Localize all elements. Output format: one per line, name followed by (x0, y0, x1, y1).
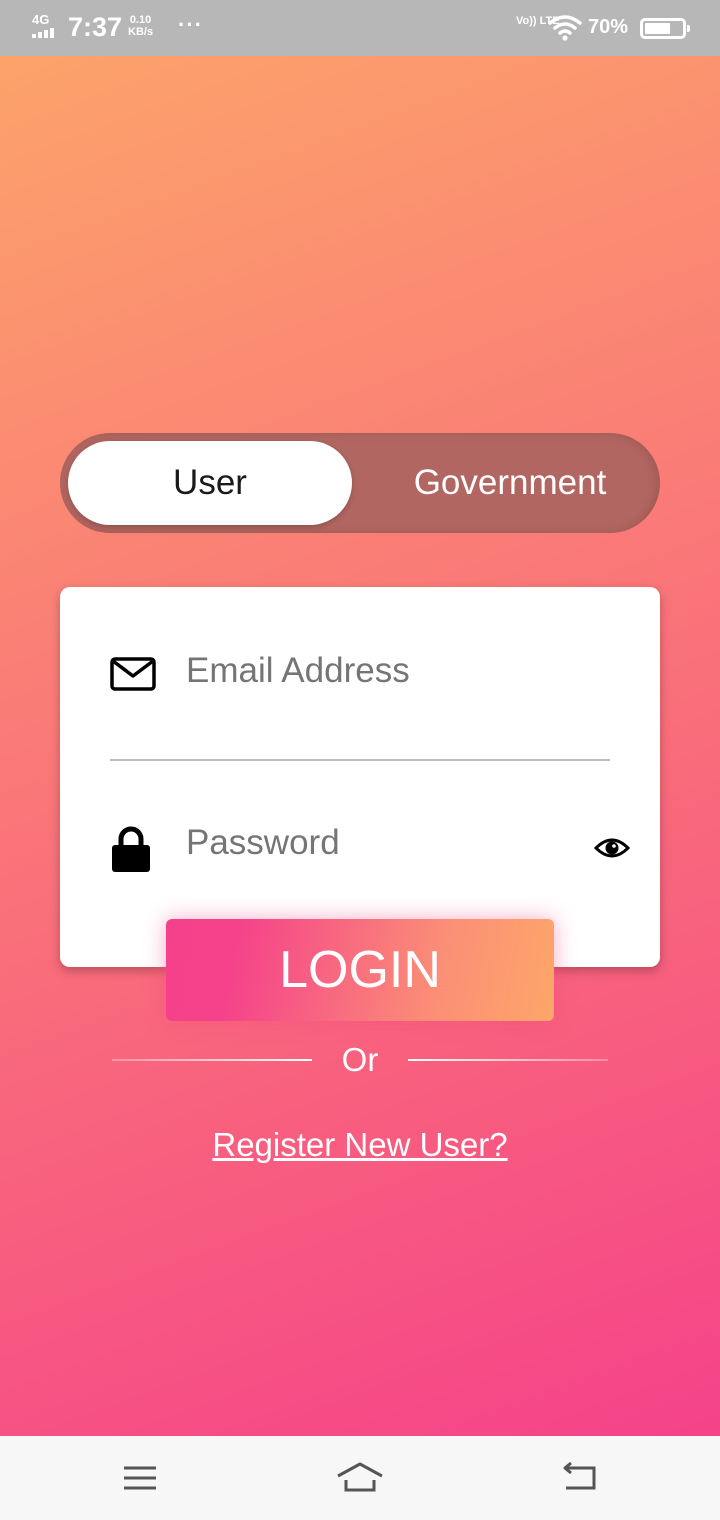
menu-icon[interactable] (118, 1456, 162, 1500)
clock: 7:37 (68, 12, 123, 42)
home-icon[interactable] (334, 1456, 386, 1500)
speed-value: 0.10 (129, 14, 152, 26)
register-link[interactable]: Register New User? (0, 1126, 720, 1164)
account-type-toggle[interactable]: User Government (60, 433, 660, 533)
login-screen: User Government Email Address Password L… (0, 56, 720, 1436)
eye-icon[interactable] (594, 833, 630, 863)
lock-icon (112, 826, 150, 872)
signal-icon (32, 28, 54, 38)
back-icon[interactable] (558, 1456, 602, 1500)
toggle-option-user[interactable]: User (68, 441, 352, 525)
toggle-option-government[interactable]: Government (360, 441, 660, 525)
divider-line-left (112, 1059, 312, 1061)
login-button[interactable]: LOGIN (166, 919, 554, 1021)
or-label: Or (341, 1041, 379, 1078)
or-divider: Or (112, 1037, 608, 1085)
navigation-bar (0, 1436, 720, 1520)
network-speed: 0.10 KB/s (128, 14, 153, 38)
password-input[interactable]: Password (186, 823, 340, 863)
status-bar: 4G 7:37 0.10 KB/s ··· Vo)) LTE 70% (0, 0, 720, 56)
battery-percent: 70% (588, 16, 629, 38)
network-type: 4G (32, 12, 50, 27)
speed-unit: KB/s (128, 26, 154, 38)
password-field[interactable]: Password (110, 819, 630, 879)
wifi-icon (548, 15, 582, 41)
battery-icon (640, 18, 690, 39)
divider-line-right (408, 1059, 608, 1061)
more-notifications-icon: ··· (178, 12, 203, 37)
email-input[interactable]: Email Address (186, 651, 410, 691)
envelope-icon (110, 657, 156, 691)
email-field[interactable]: Email Address (110, 647, 610, 761)
login-card: Email Address Password (60, 587, 660, 967)
